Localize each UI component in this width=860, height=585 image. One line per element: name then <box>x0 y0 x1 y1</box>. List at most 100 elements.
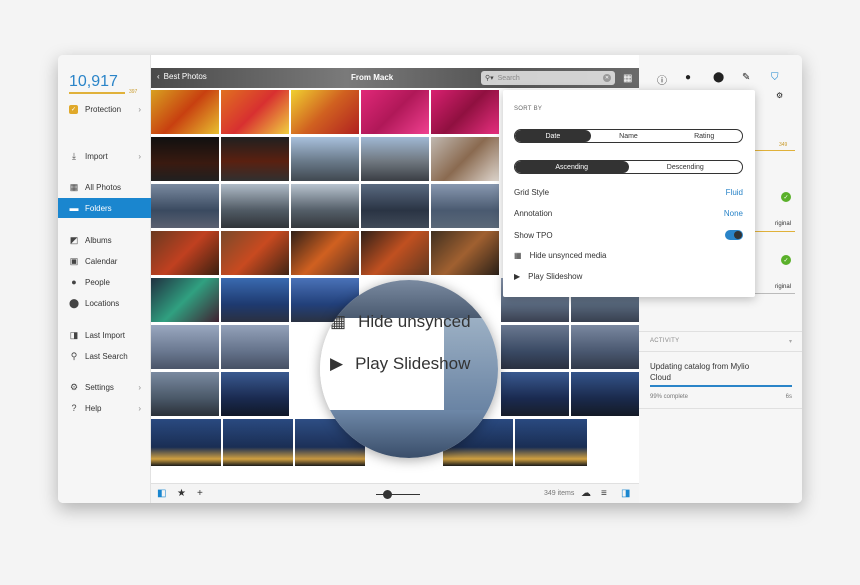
grid-icon: ▦ <box>69 181 79 192</box>
photo-thumbnail[interactable] <box>151 325 219 369</box>
photo-thumbnail[interactable] <box>291 90 359 134</box>
info-icon[interactable]: ⓘ <box>657 72 667 87</box>
info-panel-toggle-icon[interactable]: ◨ <box>621 488 630 499</box>
photo-thumbnail[interactable] <box>151 372 219 416</box>
add-icon[interactable]: + <box>197 488 203 499</box>
play-slideshow-menu-item[interactable]: ▶ Play Slideshow <box>514 272 743 281</box>
photo-thumbnail[interactable] <box>221 325 289 369</box>
sidebar-item-last-import[interactable]: ◨ Last Import <box>58 325 151 345</box>
photo-thumbnail[interactable] <box>221 231 289 275</box>
sidebar-item-label: Settings <box>85 382 114 392</box>
photo-thumbnail[interactable] <box>223 419 293 466</box>
show-tpo-toggle[interactable] <box>725 230 743 240</box>
hide-unsynced-menu-item[interactable]: ▦ Hide unsynced media <box>514 251 743 260</box>
chevron-right-icon: › <box>138 382 141 392</box>
annotation-row[interactable]: Annotation None <box>514 209 743 218</box>
play-icon: ▶ <box>514 272 521 281</box>
order-descending-button[interactable]: Descending <box>629 161 743 173</box>
sync-icon[interactable]: ☁ <box>581 488 591 499</box>
photo-thumbnail[interactable] <box>571 325 639 369</box>
annotation-value[interactable]: None <box>724 209 743 218</box>
star-icon[interactable]: ★ <box>177 488 186 499</box>
photo-thumbnail[interactable] <box>515 419 587 466</box>
photo-thumbnail[interactable] <box>221 372 289 416</box>
calendar-icon: ▣ <box>69 255 79 266</box>
photo-thumbnail[interactable] <box>151 184 219 228</box>
sidebar-item-import[interactable]: ⤓ Import › <box>58 146 151 166</box>
sidebar-item-folders[interactable]: ▬ Folders <box>58 198 151 218</box>
photo-thumbnail[interactable] <box>361 231 429 275</box>
activity-progress-bar <box>650 385 792 387</box>
sidebar-item-label: Import <box>85 151 108 161</box>
photo-thumbnail[interactable] <box>151 231 219 275</box>
photo-thumbnail[interactable] <box>151 90 219 134</box>
grid-style-row[interactable]: Grid Style Fluid <box>514 188 743 197</box>
photo-thumbnail[interactable] <box>221 137 289 181</box>
person-icon[interactable]: ● <box>685 72 691 83</box>
pencil-icon[interactable]: ✎ <box>742 72 750 83</box>
photo-thumbnail[interactable] <box>431 90 499 134</box>
photo-thumbnail[interactable] <box>151 137 219 181</box>
photo-thumbnail[interactable] <box>221 278 289 322</box>
photo-thumbnail[interactable] <box>151 419 221 466</box>
zoom-slider-handle[interactable] <box>383 490 392 499</box>
photo-thumbnail[interactable] <box>361 90 429 134</box>
view-options-icon[interactable]: ▦ <box>623 73 632 84</box>
photo-thumbnail[interactable] <box>431 137 499 181</box>
magnified-hide-unsynced: ▦ Hide unsynced <box>330 312 471 332</box>
check-icon: ✓ <box>781 255 791 265</box>
list-view-icon[interactable]: ≡ <box>601 488 607 499</box>
sidebar-item-label: People <box>85 277 110 287</box>
grid-style-value[interactable]: Fluid <box>726 188 743 197</box>
search-input[interactable]: Search <box>498 75 520 82</box>
order-segmented-control: Ascending Descending <box>514 160 743 174</box>
photo-thumbnail[interactable] <box>291 137 359 181</box>
photo-thumbnail[interactable] <box>501 372 569 416</box>
photo-thumbnail[interactable] <box>151 278 219 322</box>
photo-thumbnail[interactable] <box>221 184 289 228</box>
sidebar-item-help[interactable]: ? Help › <box>58 398 151 418</box>
last-import-icon: ◨ <box>69 329 79 340</box>
sort-segmented-control: Date Name Rating <box>514 129 743 143</box>
photo-thumbnail[interactable] <box>291 231 359 275</box>
order-ascending-button[interactable]: Ascending <box>515 161 629 173</box>
back-button[interactable]: ‹ Best Photos <box>157 72 207 81</box>
gear-icon[interactable]: ⚙ <box>776 91 783 100</box>
shield-icon[interactable]: ⛉ <box>771 72 779 83</box>
grid-icon: ▦ <box>330 312 347 331</box>
sidebar-item-settings[interactable]: ⚙ Settings › <box>58 377 151 397</box>
photo-thumbnail[interactable] <box>431 184 499 228</box>
person-icon: ● <box>71 277 77 287</box>
chevron-down-icon[interactable]: ▾ <box>789 338 792 345</box>
sidebar-toggle-icon[interactable]: ◧ <box>157 488 166 499</box>
sidebar-item-albums[interactable]: ◩ Albums <box>58 230 151 250</box>
sidebar-item-all-photos[interactable]: ▦ All Photos <box>58 177 151 197</box>
photo-thumbnail[interactable] <box>501 325 569 369</box>
sidebar-item-protection[interactable]: ✓ Protection › <box>58 99 151 119</box>
sidebar-item-calendar[interactable]: ▣ Calendar <box>58 251 151 271</box>
photo-thumbnail[interactable] <box>571 372 639 416</box>
sort-name-button[interactable]: Name <box>591 130 667 142</box>
protection-count: 397 <box>129 89 138 95</box>
chevron-left-icon: ‹ <box>157 72 160 81</box>
photo-thumbnail[interactable] <box>361 137 429 181</box>
clear-search-icon[interactable]: ✕ <box>603 74 611 82</box>
show-tpo-row: Show TPO <box>514 230 743 240</box>
folder-toolbar: ‹ Best Photos From Mack ⚲▾ Search ✕ ▦ <box>151 68 639 88</box>
chevron-right-icon: › <box>138 151 141 161</box>
sort-date-button[interactable]: Date <box>515 130 591 142</box>
sidebar-item-people[interactable]: ● People <box>58 272 151 292</box>
photo-thumbnail[interactable] <box>291 184 359 228</box>
sidebar-item-locations[interactable]: ⬤ Locations <box>58 293 151 313</box>
pin-icon[interactable]: ⬤ <box>713 72 724 83</box>
search-field[interactable]: ⚲▾ Search ✕ <box>481 71 615 85</box>
sidebar-item-label: Last Import <box>85 330 126 340</box>
sort-rating-button[interactable]: Rating <box>666 130 742 142</box>
photo-thumbnail[interactable] <box>431 231 499 275</box>
photo-thumbnail[interactable] <box>221 90 289 134</box>
show-tpo-label: Show TPO <box>514 230 553 240</box>
bottom-toolbar: ◧ ★ + 349 items ☁ ≡ ◨ <box>151 483 639 503</box>
sidebar-item-last-search[interactable]: ⚲ Last Search <box>58 346 151 366</box>
photo-thumbnail[interactable] <box>361 184 429 228</box>
chevron-right-icon: › <box>138 104 141 114</box>
